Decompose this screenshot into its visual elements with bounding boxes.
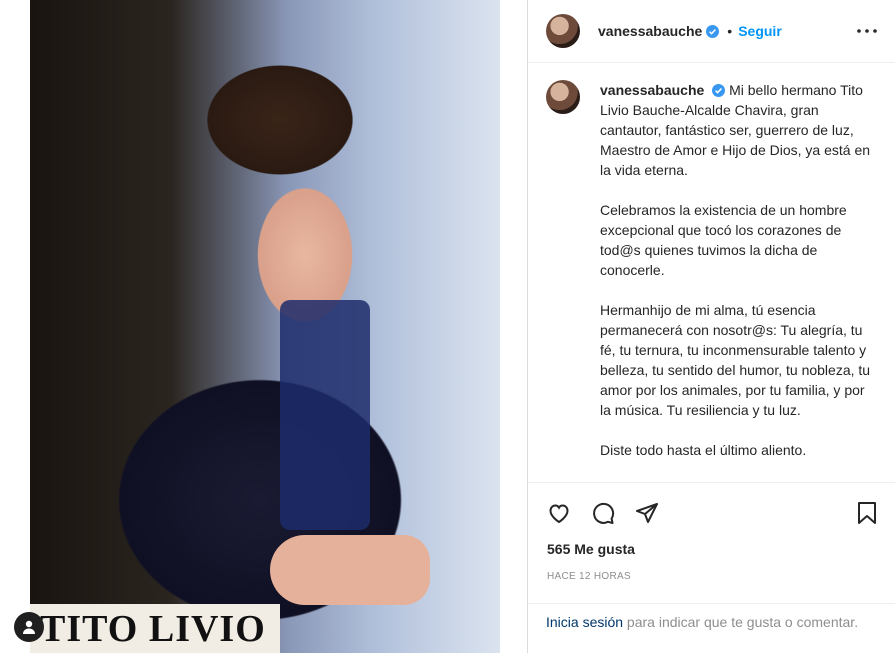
photo-hand [270, 535, 430, 605]
header-separator: • [727, 23, 733, 39]
caption-paragraph: Diste todo hasta el último aliento. [600, 442, 807, 458]
share-icon[interactable] [634, 500, 660, 526]
likes-count[interactable]: 565 Me gusta [547, 541, 880, 557]
follow-button[interactable]: Seguir [738, 23, 782, 39]
post-actions: 565 Me gusta HACE 12 HORAS [528, 482, 895, 604]
header-username[interactable]: vanessabauche [598, 23, 702, 39]
heart-icon[interactable] [546, 500, 572, 526]
caption-text: vanessabauche Mi bello hermano Tito Livi… [600, 80, 875, 480]
post-photo [30, 0, 500, 653]
login-prompt: Inicia sesión para indicar que te gusta … [528, 603, 895, 653]
user-icon [23, 620, 35, 634]
avatar[interactable] [546, 14, 580, 48]
post-sidebar: vanessabauche • Seguir vanessabauche Mi … [527, 0, 895, 653]
caption-area[interactable]: vanessabauche Mi bello hermano Tito Livi… [528, 80, 895, 482]
caption-paragraph: Celebramos la existencia de un hombre ex… [600, 202, 847, 278]
photo-shirt [280, 300, 370, 530]
verified-icon [712, 84, 726, 97]
more-options-icon[interactable] [855, 19, 879, 43]
post-timestamp[interactable]: HACE 12 HORAS [547, 571, 880, 582]
bookmark-icon[interactable] [854, 500, 880, 526]
login-prompt-text: para indicar que te gusta o comentar. [623, 614, 859, 630]
verified-icon [706, 24, 720, 38]
tagged-user-button[interactable] [14, 612, 44, 642]
caption-username[interactable]: vanessabauche [600, 82, 704, 98]
action-icons [544, 483, 880, 539]
login-link[interactable]: Inicia sesión [546, 614, 623, 630]
caption-paragraph: Hermanhijo de mi alma, tú esencia perman… [600, 302, 871, 418]
caption-avatar[interactable] [546, 80, 580, 114]
photo-caption: TITO LIVIO [30, 604, 280, 653]
post-media: TITO LIVIO [0, 0, 527, 653]
photo-caption-text: TITO LIVIO [40, 607, 266, 650]
post-header: vanessabauche • Seguir [528, 0, 895, 63]
comment-icon[interactable] [590, 500, 616, 526]
caption-row: vanessabauche Mi bello hermano Tito Livi… [546, 80, 878, 480]
